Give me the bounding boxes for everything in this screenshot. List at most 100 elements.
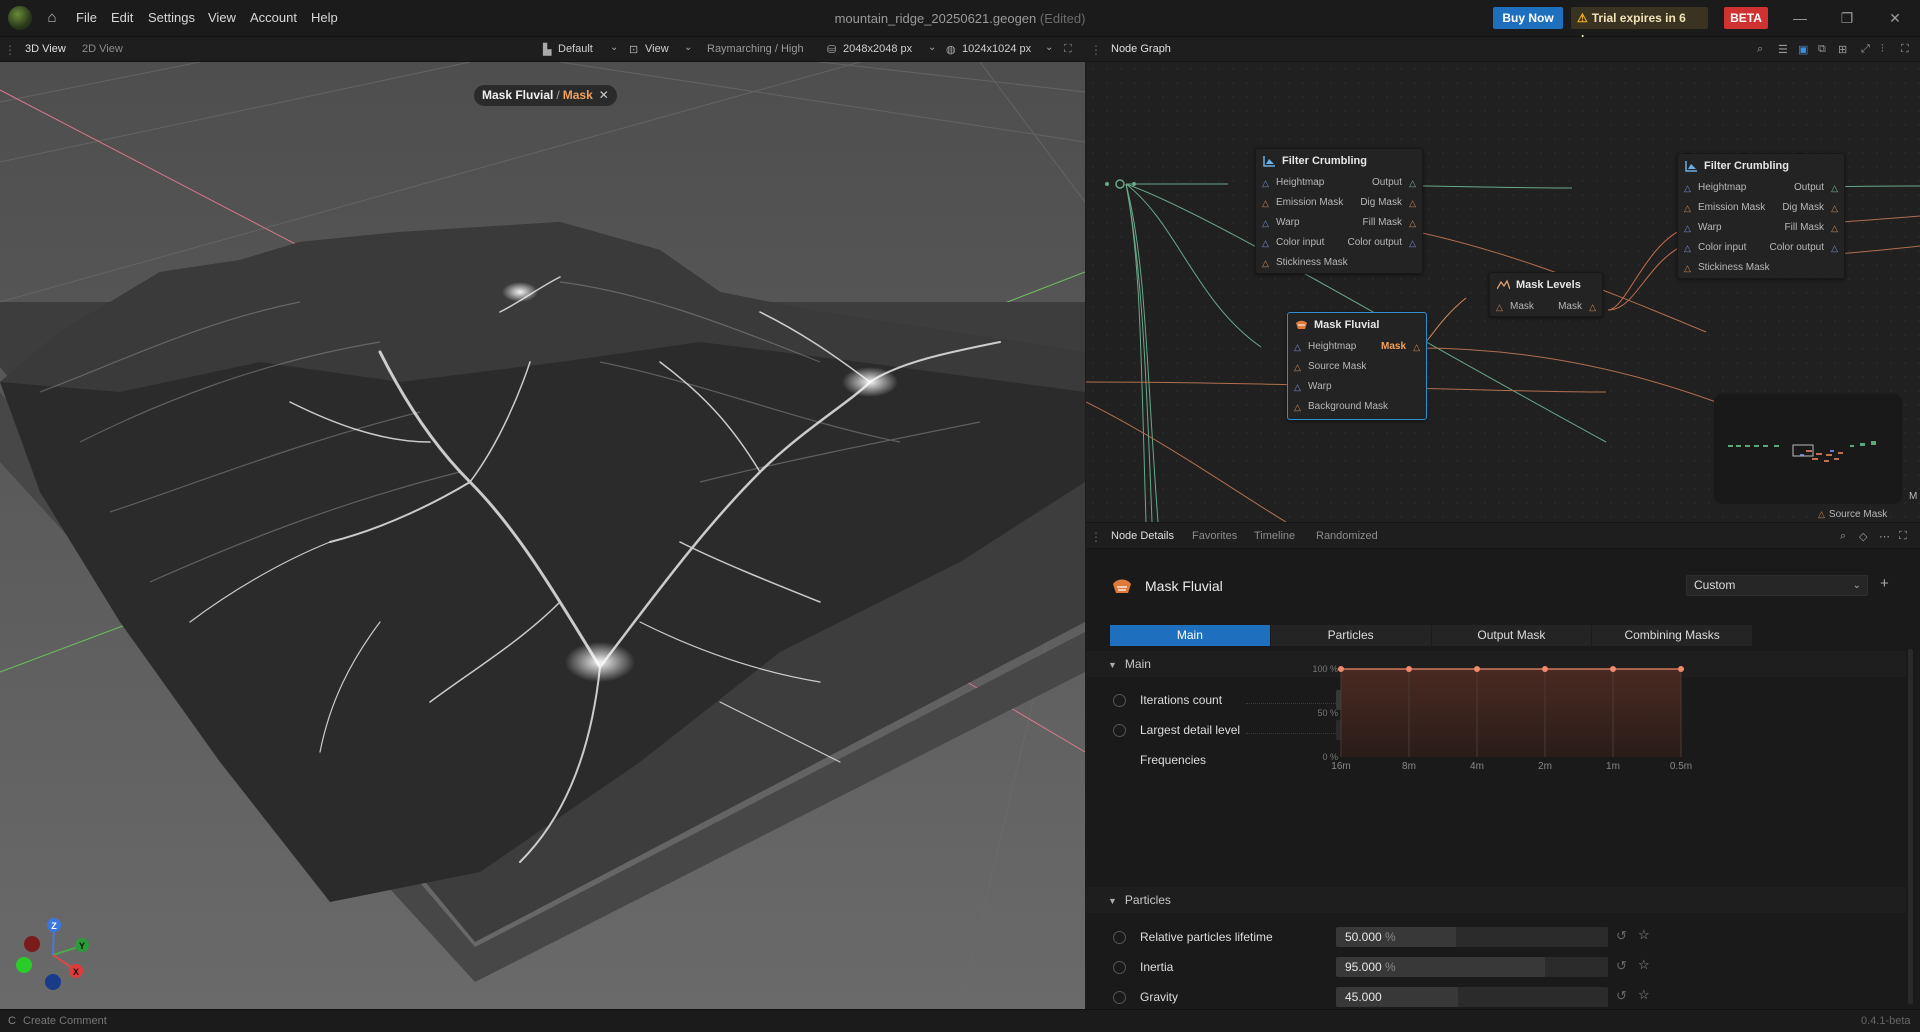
maximize-icon[interactable]: ❐ [1837, 8, 1857, 28]
port-icon[interactable]: △ [1294, 377, 1301, 397]
add-preset-icon[interactable]: + [1880, 575, 1889, 592]
port-icon[interactable]: △ [1684, 218, 1691, 238]
frame-icon[interactable]: ⊞ [1838, 43, 1847, 56]
menu-settings[interactable]: Settings [148, 10, 195, 25]
menu-help[interactable]: Help [311, 10, 338, 25]
create-comment-hint[interactable]: Create Comment [23, 1015, 107, 1027]
preset-select[interactable]: Custom ⌄ [1686, 575, 1868, 596]
port-icon[interactable]: △ [1409, 213, 1416, 233]
reset-icon[interactable]: ↺ [1616, 928, 1627, 944]
chevron-down-icon[interactable]: ⌄ [928, 42, 936, 53]
build-resolution[interactable]: 2048x2048 px [843, 43, 912, 55]
port-icon[interactable]: △ [1409, 193, 1416, 213]
tab-3d-view[interactable]: 3D View [25, 43, 66, 55]
gravity-field[interactable]: 45.000 [1336, 987, 1608, 1007]
subtab-main[interactable]: Main [1110, 625, 1271, 646]
preview-resolution[interactable]: 1024x1024 px [962, 43, 1031, 55]
star-icon[interactable]: ☆ [1638, 957, 1650, 973]
keyframe-toggle[interactable] [1113, 991, 1126, 1004]
fullscreen-icon[interactable]: ⛶ [1899, 530, 1907, 543]
node-mask-fluvial[interactable]: Mask Fluvial △ Heightmap Mask △ △ Source Mas… [1287, 312, 1427, 420]
star-icon[interactable]: ☆ [1638, 987, 1650, 1003]
reset-icon[interactable]: ↺ [1616, 988, 1627, 1004]
port-icon[interactable]: △ [1262, 213, 1269, 233]
port-icon[interactable]: △ [1294, 357, 1301, 377]
port-icon[interactable]: △ [1831, 238, 1838, 258]
tab-node-details[interactable]: Node Details [1111, 530, 1174, 542]
subtab-particles[interactable]: Particles [1270, 625, 1432, 646]
tab-2d-view[interactable]: 2D View [82, 43, 123, 55]
port-icon[interactable]: △ [1413, 337, 1420, 357]
axis-gizmo[interactable]: Z Y X [13, 915, 93, 995]
port-icon[interactable]: △ [1684, 258, 1691, 278]
home-icon[interactable]: ⌂ [43, 9, 61, 27]
chevron-down-icon[interactable]: ⌄ [1045, 42, 1053, 53]
tab-randomized[interactable]: Randomized [1316, 530, 1378, 542]
section-particles[interactable]: ▼ Particles [1086, 887, 1906, 913]
port-icon[interactable]: △ [1831, 218, 1838, 238]
subtab-combining-masks[interactable]: Combining Masks [1592, 625, 1753, 646]
port-icon[interactable]: △ [1262, 233, 1269, 253]
node-mask-levels[interactable]: Mask Levels △ Mask Mask △ [1489, 272, 1603, 317]
port-icon[interactable]: △ [1684, 238, 1691, 258]
chevron-down-icon[interactable]: ⌄ [610, 42, 618, 53]
port-icon[interactable]: △ [1262, 253, 1269, 273]
chevron-down-icon[interactable]: ⌄ [684, 42, 692, 53]
tab-favorites[interactable]: Favorites [1192, 530, 1237, 542]
port-icon[interactable]: △ [1409, 233, 1416, 253]
close-icon[interactable]: ✕ [599, 88, 609, 102]
port-icon[interactable]: △ [1409, 173, 1416, 193]
port-icon[interactable]: △ [1831, 178, 1838, 198]
view-mode[interactable]: View [645, 43, 669, 55]
fit-icon[interactable]: ⤢ [1861, 43, 1870, 56]
details-scrollbar[interactable] [1908, 649, 1913, 1004]
port-icon[interactable]: △ [1684, 178, 1691, 198]
drag-handle-icon[interactable]: ⋮ [1090, 43, 1102, 57]
node-filter-crumbling-2[interactable]: Filter Crumbling △ Heightmap Output △ △ Emis… [1677, 153, 1845, 279]
close-icon[interactable]: ✕ [1885, 8, 1905, 28]
menu-account[interactable]: Account [250, 10, 297, 25]
port-icon[interactable]: △ [1262, 173, 1269, 193]
trial-badge[interactable]: ⚠Trial expires in 6 days [1571, 7, 1708, 47]
port-icon[interactable]: △ [1496, 297, 1503, 317]
tab-timeline[interactable]: Timeline [1254, 530, 1295, 542]
buy-now-button[interactable]: Buy Now [1493, 7, 1563, 29]
port-icon[interactable]: △ [1684, 198, 1691, 218]
tag-icon[interactable]: ◇ [1859, 530, 1867, 543]
minimize-icon[interactable]: — [1790, 8, 1810, 28]
align-icon[interactable]: ⫶ [1881, 43, 1884, 56]
port-icon[interactable]: △ [1294, 397, 1301, 417]
layout-icon[interactable]: ▣ [1798, 43, 1808, 56]
port-icon[interactable]: △ [1589, 297, 1596, 317]
list-icon[interactable]: ☰ [1778, 43, 1788, 56]
camera-preset[interactable]: Default [558, 43, 593, 55]
group-icon[interactable]: ⧉ [1818, 43, 1826, 56]
port-icon[interactable]: △ [1294, 337, 1301, 357]
menu-edit[interactable]: Edit [111, 10, 133, 25]
fullscreen-icon[interactable]: ⛶ [1901, 43, 1909, 56]
keyframe-toggle[interactable] [1113, 931, 1126, 944]
keyframe-toggle[interactable] [1113, 724, 1126, 737]
fullscreen-icon[interactable]: ⛶ [1064, 43, 1072, 56]
node-filter-crumbling[interactable]: Filter Crumbling △ Heightmap Output △ △ Emis… [1255, 148, 1423, 274]
selected-node-chip[interactable]: Mask Fluvial / Mask ✕ [474, 85, 617, 106]
drag-handle-icon[interactable]: ⋮ [1090, 530, 1102, 544]
reset-icon[interactable]: ↺ [1616, 958, 1627, 974]
menu-view[interactable]: View [208, 10, 236, 25]
node-graph-minimap[interactable] [1714, 394, 1902, 504]
menu-file[interactable]: File [76, 10, 97, 25]
beta-badge[interactable]: BETA [1724, 7, 1768, 29]
inertia-field[interactable]: 95.000 % [1336, 957, 1608, 977]
star-icon[interactable]: ☆ [1638, 927, 1650, 943]
subtab-output-mask[interactable]: Output Mask [1431, 625, 1593, 646]
keyframe-toggle[interactable] [1113, 961, 1126, 974]
lifetime-field[interactable]: 50.000 % [1336, 927, 1608, 947]
search-icon[interactable]: ⌕ [1757, 43, 1763, 56]
port-icon[interactable]: △ [1262, 193, 1269, 213]
render-quality[interactable]: Raymarching / High [707, 43, 804, 55]
3d-viewport[interactable]: Mask Fluvial / Mask ✕ Z Y X [0, 62, 1085, 1009]
frequencies-curve-editor[interactable]: 16m 8m 4m 2m 1m 0.5m 100 % 50 % 0 % [1312, 664, 1756, 777]
more-icon[interactable]: ⋯ [1879, 530, 1890, 543]
keyframe-toggle[interactable] [1113, 694, 1126, 707]
port-icon[interactable]: △ [1831, 198, 1838, 218]
